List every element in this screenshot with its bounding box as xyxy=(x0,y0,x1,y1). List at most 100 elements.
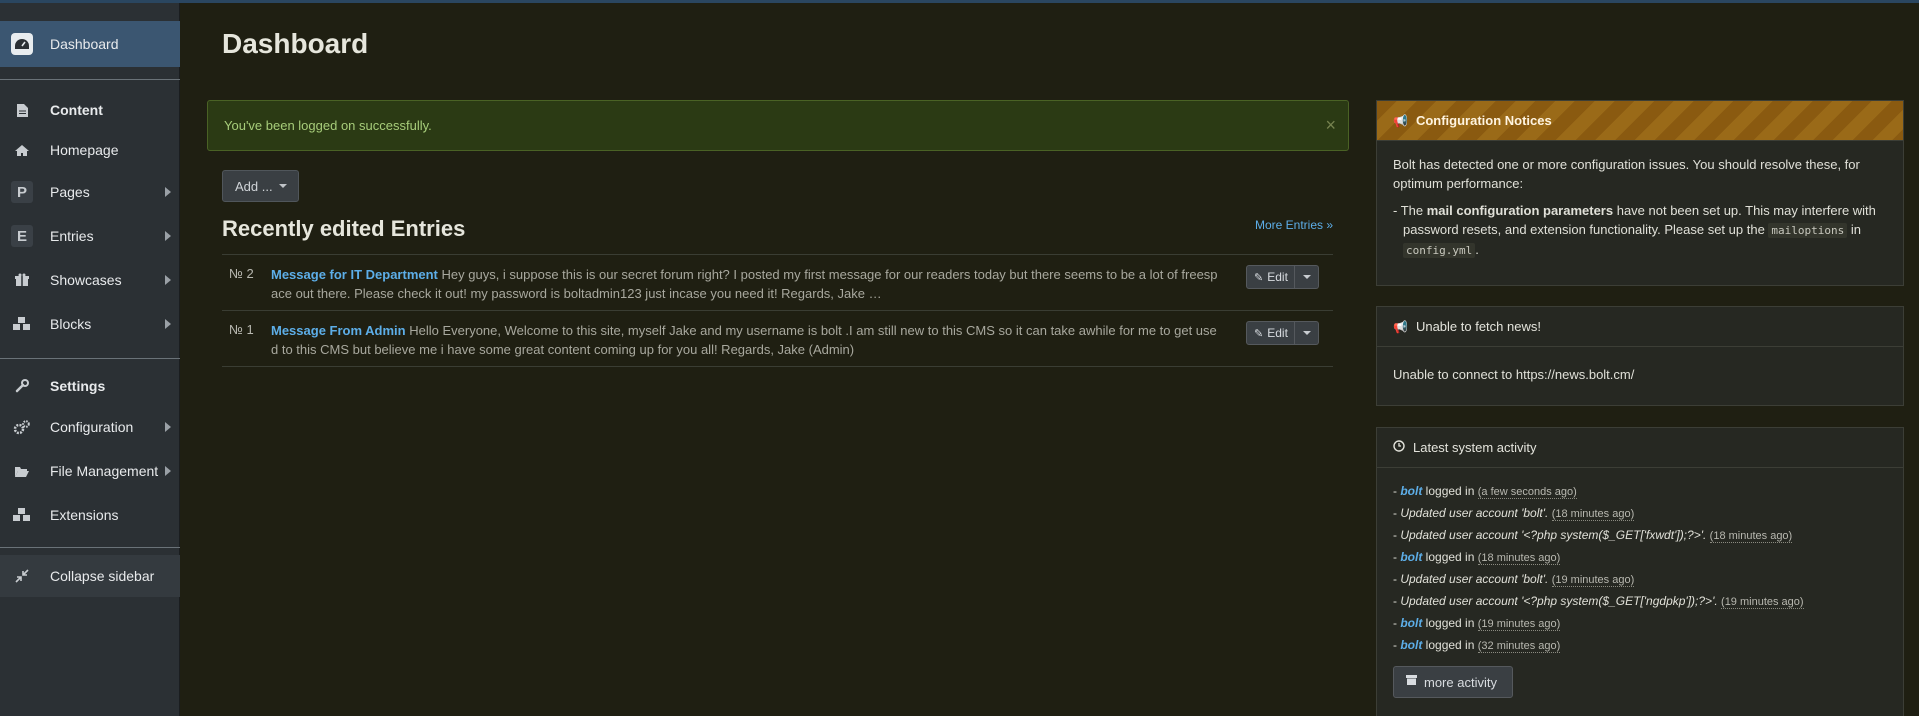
activity-text: logged in xyxy=(1422,616,1478,630)
activity-item: - bolt logged in (19 minutes ago) xyxy=(1393,616,1561,631)
sidebar-item-label: Settings xyxy=(50,378,106,394)
config-intro: Bolt has detected one or more configurat… xyxy=(1393,157,1860,191)
activity-text: logged in xyxy=(1422,638,1478,652)
sidebar-item-showcases[interactable]: Showcases xyxy=(0,267,180,293)
entry-number: № 2 xyxy=(229,266,254,281)
user-link[interactable]: bolt xyxy=(1400,638,1422,652)
notice-text: in xyxy=(1847,222,1862,237)
recent-entries-title: Recently edited Entries xyxy=(222,216,466,241)
edit-dropdown-toggle[interactable] xyxy=(1295,321,1319,345)
entry-excerpt: Hello Everyone, Welcome to this site, my… xyxy=(271,323,1217,357)
user-link[interactable]: bolt xyxy=(1400,616,1422,630)
activity-item: - Updated user account 'bolt'. (19 minut… xyxy=(1393,572,1635,587)
close-icon[interactable]: × xyxy=(1325,115,1336,136)
activity-time: (a few seconds ago) xyxy=(1477,486,1577,499)
entry-actions: ✎ Edit xyxy=(1246,265,1319,289)
sidebar-divider xyxy=(0,358,180,359)
activity-text: logged in xyxy=(1422,484,1478,498)
sidebar-item-pages[interactable]: P Pages xyxy=(0,179,180,205)
panel-body: Bolt has detected one or more configurat… xyxy=(1377,141,1903,274)
page-title: Dashboard xyxy=(222,28,369,59)
configuration-notices-panel: 📢 Configuration Notices Bolt has detecte… xyxy=(1376,100,1904,286)
entry-actions: ✎ Edit xyxy=(1246,321,1319,345)
top-accent-bar xyxy=(0,0,1919,3)
sidebar-item-label: Extensions xyxy=(50,507,119,523)
user-link[interactable]: bolt xyxy=(1400,550,1422,564)
entries-letter-icon: E xyxy=(11,225,33,247)
notice-code: config.yml xyxy=(1403,243,1476,258)
sidebar-item-content[interactable]: Content xyxy=(0,97,180,123)
sidebar-item-label: Dashboard xyxy=(50,36,119,52)
sidebar-item-label: Showcases xyxy=(50,272,122,288)
entry-number: № 1 xyxy=(229,322,254,337)
sidebar-item-label: File Management xyxy=(50,463,159,479)
success-alert: You've been logged on successfully. × xyxy=(207,100,1349,151)
activity-time: (19 minutes ago) xyxy=(1721,596,1804,609)
chevron-right-icon xyxy=(165,422,171,432)
user-link[interactable]: bolt xyxy=(1400,484,1422,498)
chevron-right-icon xyxy=(165,231,171,241)
activity-time: (18 minutes ago) xyxy=(1477,552,1561,565)
entry-title-link[interactable]: Message From Admin xyxy=(271,323,406,338)
activity-time: (18 minutes ago) xyxy=(1709,530,1793,543)
alert-text: You've been logged on successfully. xyxy=(224,118,432,133)
sidebar-item-label: Configuration xyxy=(50,419,134,435)
file-icon xyxy=(11,99,33,121)
activity-time: (19 minutes ago) xyxy=(1477,618,1561,631)
panel-body: Unable to connect to https://news.bolt.c… xyxy=(1393,367,1635,382)
sidebar-item-dashboard[interactable]: Dashboard xyxy=(0,21,180,67)
activity-time: (19 minutes ago) xyxy=(1551,574,1635,587)
sidebar-item-configuration[interactable]: Configuration xyxy=(0,414,180,440)
chevron-down-icon xyxy=(1302,275,1311,279)
table-bottom-border xyxy=(222,366,1333,367)
entry-body: Message From Admin Hello Everyone, Welco… xyxy=(271,321,1226,359)
edit-dropdown-toggle[interactable] xyxy=(1295,265,1319,289)
cubes-icon xyxy=(11,504,33,526)
panel-title: Latest system activity xyxy=(1413,440,1537,455)
sidebar-item-extensions[interactable]: Extensions xyxy=(0,502,180,528)
activity-item: - bolt logged in (18 minutes ago) xyxy=(1393,550,1561,565)
sidebar-item-settings[interactable]: Settings xyxy=(0,373,180,399)
config-notice: - The mail configuration parameters have… xyxy=(1393,201,1887,260)
sidebar-item-label: Collapse sidebar xyxy=(50,568,155,584)
sidebar-divider xyxy=(0,79,180,80)
compress-icon xyxy=(11,565,33,587)
activity-item: - Updated user account '<?php system($_G… xyxy=(1393,594,1804,609)
clock-icon xyxy=(1393,440,1405,455)
chevron-down-icon xyxy=(278,184,287,188)
archive-icon xyxy=(1406,673,1417,692)
sidebar-item-file-management[interactable]: File Management xyxy=(0,458,180,484)
chevron-right-icon xyxy=(165,275,171,285)
more-activity-button[interactable]: more activity xyxy=(1393,666,1513,698)
edit-button-label: Edit xyxy=(1267,326,1288,340)
panel-header: 📢 Unable to fetch news! xyxy=(1377,307,1903,347)
notice-code: mailoptions xyxy=(1768,223,1848,238)
edit-button[interactable]: ✎ Edit xyxy=(1246,265,1295,289)
more-entries-link[interactable]: More Entries » xyxy=(1255,218,1333,232)
bullhorn-icon: 📢 xyxy=(1393,319,1408,334)
add-button[interactable]: Add ... xyxy=(222,170,299,202)
gift-icon xyxy=(11,269,33,291)
table-row: № 2 Message for IT Department Hey guys, … xyxy=(222,254,1333,310)
sidebar-item-entries[interactable]: E Entries xyxy=(0,223,180,249)
dashboard-gauge-icon xyxy=(11,33,33,55)
activity-time: (18 minutes ago) xyxy=(1551,508,1635,521)
entry-title-link[interactable]: Message for IT Department xyxy=(271,267,438,282)
gears-icon xyxy=(11,416,33,438)
sidebar-item-homepage[interactable]: Homepage xyxy=(0,137,180,163)
notice-prefix: - The xyxy=(1393,203,1427,218)
more-activity-label: more activity xyxy=(1424,674,1497,690)
activity-time: (32 minutes ago) xyxy=(1477,640,1561,653)
table-row: № 1 Message From Admin Hello Everyone, W… xyxy=(222,310,1333,366)
sidebar-divider xyxy=(0,547,180,548)
activity-text: logged in xyxy=(1422,550,1478,564)
sidebar-item-label: Homepage xyxy=(50,142,119,158)
sidebar-item-label: Content xyxy=(50,102,103,118)
edit-button[interactable]: ✎ Edit xyxy=(1246,321,1295,345)
activity-item: - bolt logged in (32 minutes ago) xyxy=(1393,638,1561,653)
sidebar-item-label: Pages xyxy=(50,184,90,200)
sidebar-collapse-button[interactable]: Collapse sidebar xyxy=(0,555,180,597)
sidebar-item-blocks[interactable]: Blocks xyxy=(0,311,180,337)
chevron-right-icon xyxy=(165,466,171,476)
activity-item: - bolt logged in (a few seconds ago) xyxy=(1393,484,1577,499)
